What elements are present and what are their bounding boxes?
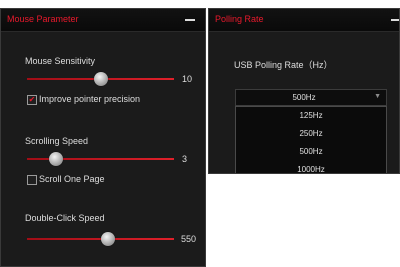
polling-rate-option[interactable]: 125Hz bbox=[236, 107, 386, 125]
polling-rate-selected: 500Hz bbox=[292, 93, 316, 102]
usb-polling-rate-label: USB Polling Rate（Hz） bbox=[234, 60, 333, 70]
double-click-speed-value: 550 bbox=[181, 234, 197, 244]
panel-title: Polling Rate bbox=[215, 14, 264, 24]
double-click-speed-slider-thumb[interactable] bbox=[100, 232, 115, 246]
mouse-sensitivity-slider-thumb[interactable] bbox=[93, 72, 108, 86]
polling-rate-option[interactable]: 1000Hz bbox=[236, 161, 386, 173]
minimize-icon[interactable] bbox=[185, 19, 195, 21]
improve-precision-label: Improve pointer precision bbox=[39, 94, 141, 104]
panel-title: Mouse Parameter bbox=[7, 14, 79, 24]
dropdown-arrow-icon[interactable]: ▼ bbox=[374, 93, 381, 100]
polling-rate-panel: Polling Rate USB Polling Rate（Hz） 500Hz … bbox=[208, 8, 400, 174]
polling-rate-options-list: 125Hz 250Hz 500Hz 1000Hz bbox=[235, 106, 387, 173]
minimize-icon[interactable] bbox=[391, 19, 399, 21]
mouse-parameter-titlebar: Mouse Parameter bbox=[1, 9, 205, 32]
polling-rate-option[interactable]: 250Hz bbox=[236, 125, 386, 143]
mouse-parameter-panel: Mouse Parameter Mouse Sensitivity 10 ✔ I… bbox=[0, 8, 206, 267]
scroll-one-page-checkbox[interactable] bbox=[27, 175, 37, 185]
scrolling-speed-label: Scrolling Speed bbox=[25, 136, 89, 146]
double-click-speed-label: Double-Click Speed bbox=[25, 213, 105, 223]
improve-precision-checkbox[interactable]: ✔ bbox=[27, 95, 37, 105]
scrolling-speed-value: 3 bbox=[182, 154, 188, 164]
scrolling-speed-slider-thumb[interactable] bbox=[49, 152, 64, 166]
polling-rate-dropdown[interactable]: 500Hz ▼ bbox=[235, 89, 387, 106]
scroll-one-page-label: Scroll One Page bbox=[39, 174, 105, 184]
mouse-sensitivity-value: 10 bbox=[182, 74, 193, 84]
mouse-sensitivity-label: Mouse Sensitivity bbox=[25, 56, 96, 66]
polling-rate-titlebar: Polling Rate bbox=[209, 9, 399, 32]
polling-rate-option[interactable]: 500Hz bbox=[236, 143, 386, 161]
